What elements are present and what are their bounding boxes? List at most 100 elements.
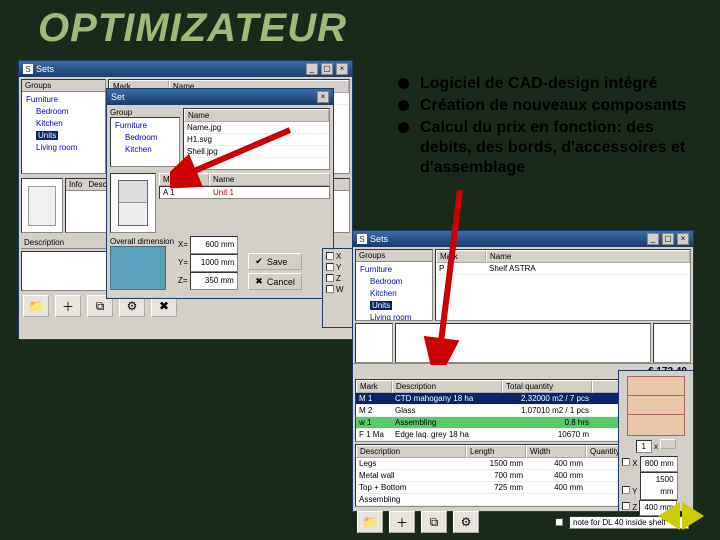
w-lbl: W <box>336 285 344 294</box>
tree-item-selected[interactable]: Units <box>26 130 101 142</box>
bullet-item: Logiciel de CAD-design intégré <box>398 74 698 94</box>
save-icon: ✔ <box>255 256 263 267</box>
col[interactable]: Description <box>392 380 502 393</box>
titlebar-2[interactable]: S Sets _ ▢ × <box>353 231 693 247</box>
list-item[interactable]: Name.jpg <box>184 122 224 133</box>
tool-icon[interactable]: ＋ <box>389 511 415 533</box>
tree-item[interactable]: Kitchen <box>26 118 101 130</box>
thumb-icon-2 <box>653 323 691 363</box>
x-check[interactable] <box>326 252 334 260</box>
thumb-icon <box>355 323 393 363</box>
cell[interactable]: P 1 <box>436 263 486 274</box>
close-button[interactable]: × <box>336 63 348 75</box>
col[interactable]: Description <box>356 445 466 458</box>
col[interactable]: Total quantity <box>502 380 592 393</box>
tree-item[interactable]: Living room <box>360 312 428 321</box>
z-label: Z= <box>178 276 188 285</box>
x-label: X= <box>178 240 188 249</box>
x-input[interactable]: 600 mm <box>190 236 238 254</box>
desc-label: Description <box>24 238 64 247</box>
tree-root[interactable]: Furniture <box>26 94 101 106</box>
shelf-icon <box>627 376 685 436</box>
qty-input[interactable]: 1 <box>636 440 652 453</box>
tool-icon[interactable]: ⧉ <box>421 511 447 533</box>
list-item[interactable]: H1.svg <box>184 134 215 145</box>
titlebar[interactable]: S Sets _ ▢ × <box>19 61 352 77</box>
mark-col: Mark <box>159 173 209 186</box>
w-check[interactable] <box>326 285 334 293</box>
x-label: x <box>654 442 658 451</box>
z-lbl: Z <box>336 274 341 283</box>
tree-root[interactable]: Furniture <box>115 120 175 132</box>
maximize-button[interactable]: ▢ <box>321 63 333 75</box>
cancel-button[interactable]: ✖Cancel <box>248 273 302 290</box>
col-mark[interactable]: Mark <box>436 250 486 263</box>
mark-input[interactable]: A 1 <box>160 187 210 198</box>
y-check[interactable] <box>622 486 630 494</box>
save-button[interactable]: ✔Save <box>248 253 302 270</box>
preview-panel: 1 x X 800 mm Y 1500 mm Z 400 mm <box>618 370 694 512</box>
page-title: OPTIMIZATEUR <box>38 6 347 51</box>
tree-view[interactable]: Furniture Bedroom Kitchen Units Living r… <box>22 92 105 156</box>
app-icon: S <box>357 234 367 244</box>
side-y-input[interactable]: 1500 mm <box>640 472 678 500</box>
set-dialog: Set × Group Furniture Bedroom Kitchen Na… <box>106 88 334 299</box>
dialog-title: Set <box>111 92 125 102</box>
dimension-label: Overall dimension <box>110 237 174 246</box>
maximize-button[interactable]: ▢ <box>662 233 674 245</box>
y-input[interactable]: 1000 mm <box>190 254 238 272</box>
minimize-button[interactable]: _ <box>306 63 318 75</box>
col-name[interactable]: Name <box>184 109 329 122</box>
prev-button[interactable] <box>658 502 680 530</box>
dialog-titlebar[interactable]: Set × <box>107 89 333 105</box>
close-button[interactable]: × <box>677 233 689 245</box>
side-x-input[interactable]: 800 mm <box>640 456 678 472</box>
note-check[interactable] <box>555 518 563 526</box>
tree-item[interactable]: Bedroom <box>360 276 428 288</box>
z-input[interactable]: 350 mm <box>190 272 238 290</box>
tool-folder-icon[interactable]: 📁 <box>23 295 49 317</box>
tree-root[interactable]: Furniture <box>360 264 428 276</box>
cube-icon <box>110 246 166 290</box>
groups-header: Groups <box>25 81 51 90</box>
groups-header: Groups <box>359 251 385 260</box>
stepper-icon[interactable] <box>660 439 676 449</box>
lbl: Y <box>632 487 637 496</box>
minimize-button[interactable]: _ <box>647 233 659 245</box>
slide-nav <box>658 502 704 530</box>
name-input[interactable]: Unit 1 <box>210 187 329 198</box>
z-check[interactable] <box>326 274 334 282</box>
tool-icon[interactable]: 📁 <box>357 511 383 533</box>
x-check[interactable] <box>622 458 630 466</box>
window-title: Sets <box>36 64 54 74</box>
tree-item[interactable]: Bedroom <box>26 106 101 118</box>
list-item[interactable]: Shell.jpg <box>184 146 221 157</box>
tree-item[interactable]: Bedroom <box>115 132 175 144</box>
z-check[interactable] <box>622 502 630 510</box>
window-title-2: Sets <box>370 234 388 244</box>
y-check[interactable] <box>326 263 334 271</box>
preview-icon <box>118 180 148 226</box>
tool-icon[interactable]: ⚙ <box>453 511 479 533</box>
bullet-item: Création de nouveaux composants <box>398 96 698 116</box>
col[interactable]: Length <box>466 445 526 458</box>
col[interactable]: Width <box>526 445 586 458</box>
tree-item[interactable]: Kitchen <box>360 288 428 300</box>
tree-item[interactable]: Living room <box>26 142 101 154</box>
tree-item-selected[interactable]: Units <box>360 300 428 312</box>
cell[interactable]: Shelf ASTRA <box>486 263 539 274</box>
cancel-icon: ✖ <box>255 276 263 287</box>
col-name[interactable]: Name <box>486 250 690 263</box>
bullet-item: Calcul du prix en fonction: des debits, … <box>398 118 698 178</box>
lbl: Z <box>632 503 637 512</box>
next-button[interactable] <box>682 502 704 530</box>
bullet-list: Logiciel de CAD-design intégré Création … <box>358 74 698 180</box>
info-pane <box>395 323 651 363</box>
col[interactable]: Mark <box>356 380 392 393</box>
lbl: X <box>632 459 637 468</box>
dialog-close-button[interactable]: × <box>317 91 329 103</box>
name-col: Name <box>209 173 330 186</box>
tree-item[interactable]: Kitchen <box>115 144 175 156</box>
tool-add-icon[interactable]: ＋ <box>55 295 81 317</box>
x-lbl: X <box>336 252 341 261</box>
